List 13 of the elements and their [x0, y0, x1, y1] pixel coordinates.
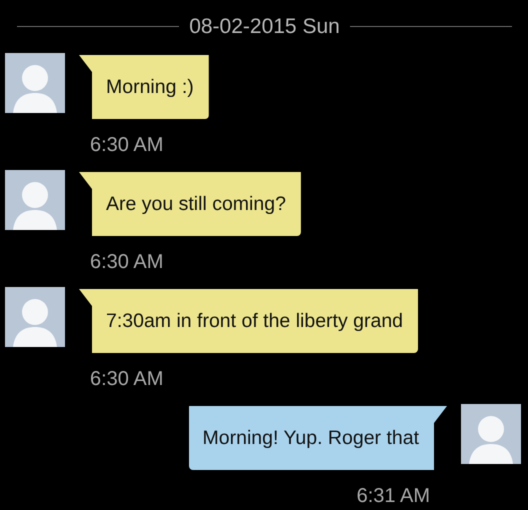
avatar — [461, 404, 521, 464]
message-time: 6:30 AM — [90, 367, 164, 392]
message-time: 6:31 AM — [356, 484, 430, 509]
avatar — [5, 287, 65, 347]
date-header: 08-02-2015 Sun — [189, 14, 340, 38]
message-time: 6:30 AM — [90, 250, 164, 275]
message-bubble: 7:30am in front of the liberty grand — [79, 286, 418, 353]
message-bubble: Morning! Yup. Roger that — [188, 403, 447, 470]
message-bubble: Morning :) — [79, 52, 209, 119]
avatar — [5, 170, 65, 230]
message-time: 6:30 AM — [90, 133, 164, 158]
message-bubble: Are you still coming? — [79, 169, 301, 236]
avatar — [5, 53, 65, 113]
